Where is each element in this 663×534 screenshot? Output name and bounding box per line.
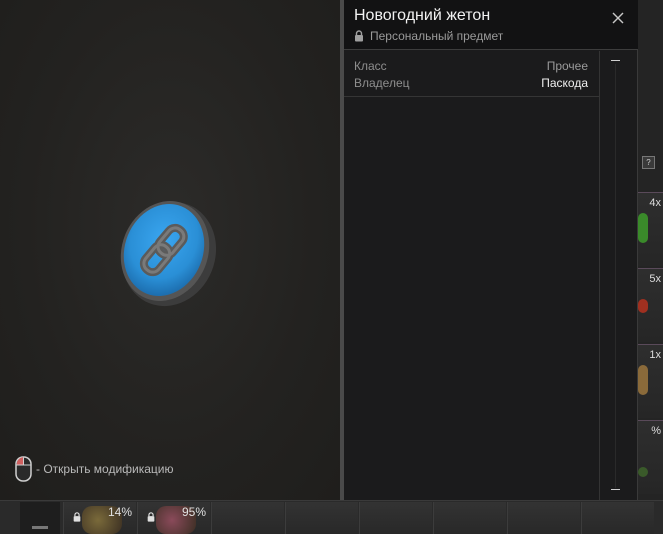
slot-percent: 14% [107, 505, 132, 519]
item-preview[interactable]: - Открыть модификацию [0, 0, 340, 500]
property-value: Прочее [546, 59, 588, 73]
item-count: 5x [649, 273, 661, 285]
inventory-slot[interactable] [359, 502, 432, 534]
lock-icon [355, 30, 363, 42]
inventory-slot[interactable] [581, 502, 654, 534]
item-image [638, 213, 648, 243]
item-image [638, 467, 648, 477]
lock-icon [147, 512, 155, 522]
scroll-bottom-cap [611, 489, 620, 490]
scrollbar[interactable] [610, 58, 622, 494]
inventory-slot[interactable]: 95% [137, 502, 210, 534]
menu-icon [32, 526, 48, 529]
inventory-cell[interactable]: 1x [636, 344, 663, 418]
item-info-window: Новогодний жетон Персональный предмет Кл… [344, 0, 638, 500]
close-icon[interactable] [610, 10, 626, 26]
item-count: % [651, 425, 661, 437]
modification-hint: - Открыть модификацию [15, 456, 174, 482]
personal-item-label: Персональный предмет [354, 29, 503, 43]
item-title: Новогодний жетон [354, 7, 491, 24]
item-properties: Класс Прочее Владелец Паскода [344, 51, 599, 97]
content-separator [599, 51, 600, 500]
property-key: Владелец [354, 76, 410, 90]
slot-percent: 95% [181, 505, 206, 519]
scroll-track[interactable] [615, 64, 616, 488]
subtitle-text: Персональный предмет [370, 29, 504, 43]
inventory-slot[interactable] [507, 502, 580, 534]
inventory-cell[interactable]: % [636, 420, 663, 494]
property-class: Класс Прочее [354, 59, 588, 73]
inventory-cell[interactable]: 5x [636, 268, 663, 342]
property-value: Паскода [541, 76, 588, 90]
hint-text: - Открыть модификацию [36, 462, 174, 476]
property-key: Класс [354, 59, 387, 73]
filter-panel[interactable] [20, 502, 60, 534]
mouse-icon [15, 456, 32, 482]
item-count: 1x [649, 349, 661, 361]
help-button[interactable]: ? [642, 156, 655, 169]
lock-icon [73, 512, 81, 522]
scroll-top-cap [611, 60, 620, 61]
inventory-column: ? 4x 5x 1x % [636, 0, 663, 534]
inventory-slot[interactable] [285, 502, 358, 534]
window-header: Новогодний жетон Персональный предмет [344, 0, 638, 50]
inventory-slot[interactable]: 14% [63, 502, 136, 534]
item-image [638, 299, 648, 313]
item-image [638, 365, 648, 395]
item-count: 4x [649, 197, 661, 209]
chain-link-icon [120, 201, 217, 307]
property-owner: Владелец Паскода [354, 76, 588, 90]
inventory-slot[interactable] [433, 502, 506, 534]
inventory-slot[interactable] [211, 502, 284, 534]
inventory-row: 14% 95% [0, 500, 663, 534]
inventory-cell[interactable]: 4x [636, 192, 663, 266]
